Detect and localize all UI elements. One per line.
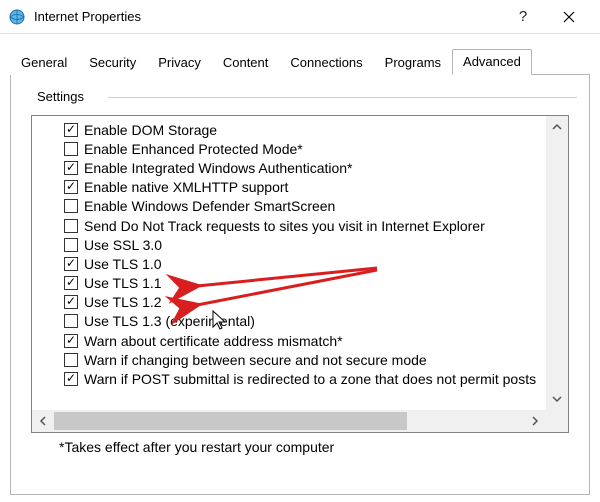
settings-row[interactable]: Use TLS 1.0: [34, 254, 544, 273]
settings-row[interactable]: Use TLS 1.1: [34, 274, 544, 293]
settings-row-label: Use TLS 1.1: [84, 275, 162, 291]
settings-row-label: Warn if changing between secure and not …: [84, 352, 427, 368]
scrollbar-corner: [546, 410, 568, 432]
checkbox[interactable]: [64, 161, 78, 175]
settings-row-label: Use TLS 1.2: [84, 294, 162, 310]
settings-row-label: Use TLS 1.0: [84, 256, 162, 272]
tab-label: Security: [89, 55, 136, 70]
groupbox-divider: [108, 97, 577, 98]
vertical-scroll-track[interactable]: [546, 138, 568, 388]
tab-label: Connections: [290, 55, 362, 70]
horizontal-scrollbar[interactable]: [32, 410, 546, 432]
vertical-scrollbar[interactable]: [546, 116, 568, 410]
chevron-up-icon: [552, 122, 562, 132]
tab-programs[interactable]: Programs: [374, 50, 452, 75]
settings-groupbox: Settings Enable DOM Storage Enable Enhanc…: [23, 89, 577, 463]
settings-row-label: Enable native XMLHTTP support: [84, 179, 288, 195]
groupbox-label: Settings: [33, 89, 88, 104]
checkbox[interactable]: [64, 142, 78, 156]
settings-row[interactable]: Use SSL 3.0: [34, 235, 544, 254]
settings-row[interactable]: Use TLS 1.3 (experimental): [34, 312, 544, 331]
checkbox[interactable]: [64, 314, 78, 328]
chevron-right-icon: [530, 416, 540, 426]
checkbox[interactable]: [64, 180, 78, 194]
tab-general[interactable]: General: [10, 50, 78, 75]
scroll-right-button[interactable]: [524, 410, 546, 432]
horizontal-scroll-track[interactable]: [54, 410, 524, 432]
help-button[interactable]: ?: [500, 0, 546, 34]
chevron-left-icon: [38, 416, 48, 426]
window-titlebar: Internet Properties ?: [0, 0, 600, 34]
settings-row-label: Send Do Not Track requests to sites you …: [84, 218, 485, 234]
tab-connections[interactable]: Connections: [279, 50, 373, 75]
tab-label: Privacy: [158, 55, 201, 70]
settings-list[interactable]: Enable DOM Storage Enable Enhanced Protec…: [32, 116, 546, 410]
checkbox[interactable]: [64, 353, 78, 367]
settings-row[interactable]: Enable DOM Storage: [34, 120, 544, 139]
settings-row[interactable]: Enable Windows Defender SmartScreen: [34, 197, 544, 216]
checkbox[interactable]: [64, 257, 78, 271]
settings-row[interactable]: Enable native XMLHTTP support: [34, 178, 544, 197]
settings-row[interactable]: Enable Enhanced Protected Mode*: [34, 139, 544, 158]
checkbox[interactable]: [64, 199, 78, 213]
settings-row[interactable]: Warn if POST submittal is redirected to …: [34, 369, 544, 388]
settings-row[interactable]: Enable Integrated Windows Authentication…: [34, 158, 544, 177]
scroll-left-button[interactable]: [32, 410, 54, 432]
settings-row-label: Warn if POST submittal is redirected to …: [84, 371, 536, 387]
restart-footnote: *Takes effect after you restart your com…: [59, 439, 569, 455]
checkbox[interactable]: [64, 372, 78, 386]
settings-row-label: Use SSL 3.0: [84, 237, 162, 253]
checkbox[interactable]: [64, 123, 78, 137]
close-icon: [563, 11, 575, 23]
tab-body-advanced: Settings Enable DOM Storage Enable Enhanc…: [10, 75, 590, 495]
window-title: Internet Properties: [34, 9, 500, 24]
settings-listbox: Enable DOM Storage Enable Enhanced Protec…: [31, 115, 569, 433]
tab-label: Programs: [385, 55, 441, 70]
tabstrip: General Security Privacy Content Connect…: [10, 48, 590, 75]
settings-row[interactable]: Send Do Not Track requests to sites you …: [34, 216, 544, 235]
tab-label: General: [21, 55, 67, 70]
tab-advanced[interactable]: Advanced: [452, 49, 532, 75]
settings-row-label: Use TLS 1.3 (experimental): [84, 313, 255, 329]
settings-row-label: Enable Enhanced Protected Mode*: [84, 141, 303, 157]
tab-security[interactable]: Security: [78, 50, 147, 75]
internet-options-icon: [8, 8, 26, 26]
tab-label: Advanced: [463, 54, 521, 69]
settings-row-label: Enable Windows Defender SmartScreen: [84, 198, 335, 214]
settings-row-label: Enable DOM Storage: [84, 122, 217, 138]
horizontal-scroll-thumb[interactable]: [54, 412, 407, 430]
tab-label: Content: [223, 55, 269, 70]
checkbox[interactable]: [64, 295, 78, 309]
tab-privacy[interactable]: Privacy: [147, 50, 212, 75]
scroll-up-button[interactable]: [546, 116, 568, 138]
settings-row-label: Warn about certificate address mismatch*: [84, 333, 343, 349]
settings-row[interactable]: Warn about certificate address mismatch*: [34, 331, 544, 350]
checkbox[interactable]: [64, 238, 78, 252]
settings-row[interactable]: Use TLS 1.2: [34, 293, 544, 312]
checkbox[interactable]: [64, 219, 78, 233]
checkbox[interactable]: [64, 334, 78, 348]
checkbox[interactable]: [64, 276, 78, 290]
settings-row-label: Enable Integrated Windows Authentication…: [84, 160, 353, 176]
close-button[interactable]: [546, 0, 592, 34]
settings-row[interactable]: Warn if changing between secure and not …: [34, 350, 544, 369]
tab-content[interactable]: Content: [212, 50, 280, 75]
chevron-down-icon: [552, 394, 562, 404]
scroll-down-button[interactable]: [546, 388, 568, 410]
